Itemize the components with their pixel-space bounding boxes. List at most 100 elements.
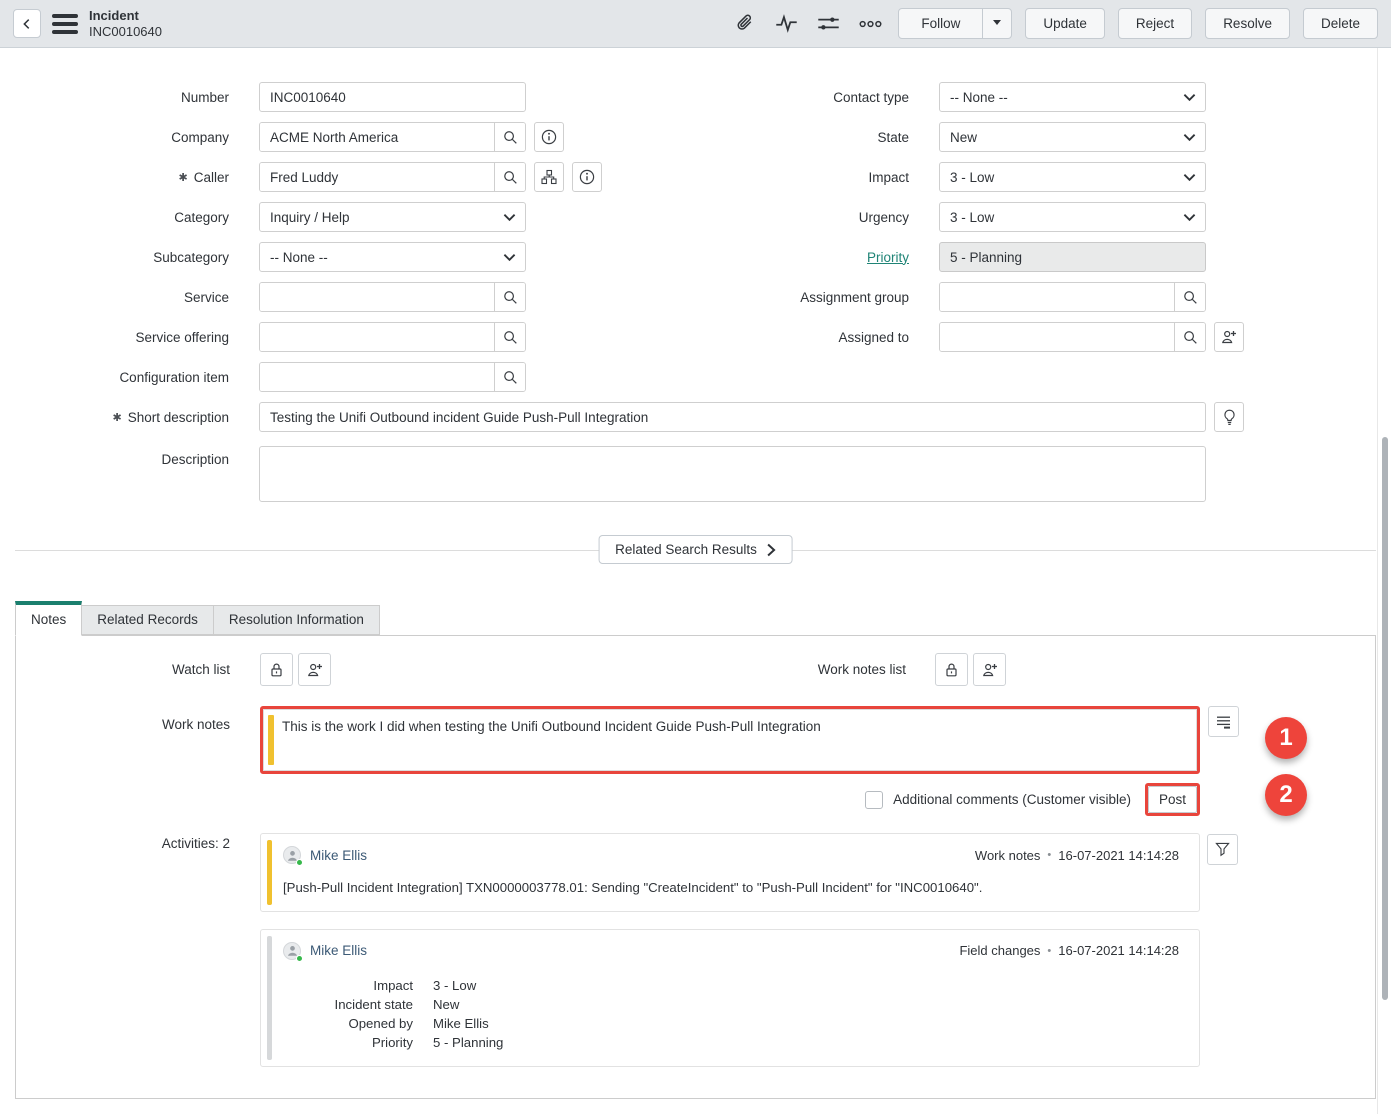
urgency-value: 3 - Low — [950, 210, 994, 225]
work-notes-textarea[interactable]: This is the work I did when testing the … — [263, 709, 1197, 771]
contact-type-select[interactable]: -- None -- — [939, 82, 1206, 112]
configuration-item-input[interactable] — [260, 363, 494, 391]
priority-readonly-field: 5 - Planning — [939, 242, 1206, 272]
field-change-value: Mike Ellis — [433, 1014, 489, 1033]
search-icon — [503, 330, 518, 345]
activity-filter-button[interactable] — [1207, 834, 1238, 865]
work-notes-list-add-me-button[interactable] — [973, 653, 1006, 686]
activity-author[interactable]: Mike Ellis — [310, 943, 367, 958]
company-search-button[interactable] — [494, 123, 525, 151]
configuration-item-lookup — [259, 362, 526, 392]
related-search-results-button[interactable]: Related Search Results — [598, 535, 793, 564]
subcategory-select[interactable]: -- None -- — [259, 242, 526, 272]
assigned-to-lookup — [939, 322, 1206, 352]
urgency-select[interactable]: 3 - Low — [939, 202, 1206, 232]
activity-stripe-work-notes — [267, 840, 272, 905]
activity-meta: Work notes • 16-07-2021 14:14:28 — [975, 848, 1179, 863]
tab-resolution-information[interactable]: Resolution Information — [214, 605, 380, 635]
field-change-value: 3 - Low — [433, 976, 476, 995]
sliders-icon — [817, 13, 840, 34]
service-label: Service — [15, 290, 229, 305]
follow-dropdown-button[interactable] — [982, 8, 1012, 39]
assignment-group-lookup — [939, 282, 1206, 312]
subcategory-row: Subcategory -- None -- — [15, 242, 695, 272]
caller-input[interactable] — [260, 163, 494, 191]
company-preview-button[interactable] — [534, 122, 564, 152]
assigned-to-input[interactable] — [940, 323, 1174, 351]
assignment-group-label: Assignment group — [695, 290, 909, 305]
description-textarea[interactable] — [259, 446, 1206, 502]
caller-search-button[interactable] — [494, 163, 525, 191]
assigned-to-search-button[interactable] — [1174, 323, 1205, 351]
service-offering-search-button[interactable] — [494, 323, 525, 351]
related-search-results-label: Related Search Results — [615, 542, 757, 557]
number-input[interactable] — [259, 82, 526, 112]
configuration-item-search-button[interactable] — [494, 363, 525, 391]
assignment-group-input[interactable] — [940, 283, 1174, 311]
additional-comments-checkbox[interactable] — [865, 791, 883, 809]
more-options-button[interactable] — [859, 18, 882, 30]
service-offering-input[interactable] — [260, 323, 494, 351]
lightbulb-icon — [1222, 409, 1237, 426]
activity-timestamp: 16-07-2021 14:14:28 — [1058, 943, 1179, 958]
suggestion-button[interactable] — [1214, 402, 1244, 432]
short-description-input[interactable] — [259, 402, 1206, 432]
attachment-button[interactable] — [735, 13, 756, 34]
work-notes-list-lock-button[interactable] — [935, 653, 968, 686]
work-notes-label: Work notes — [16, 706, 230, 732]
field-change-row: Impact3 - Low — [283, 976, 1179, 995]
delete-button[interactable]: Delete — [1303, 8, 1378, 39]
personalize-form-button[interactable] — [817, 13, 840, 34]
activity-type: Work notes — [975, 848, 1041, 863]
activity-author[interactable]: Mike Ellis — [310, 848, 367, 863]
caller-hierarchy-button[interactable] — [534, 162, 564, 192]
field-change-value: 5 - Planning — [433, 1033, 503, 1052]
state-select[interactable]: New — [939, 122, 1206, 152]
update-button[interactable]: Update — [1025, 8, 1105, 39]
scrollbar-thumb[interactable] — [1382, 437, 1388, 1000]
resolve-button[interactable]: Resolve — [1205, 8, 1290, 39]
state-value: New — [950, 130, 977, 145]
configuration-item-row: Configuration item — [15, 362, 695, 392]
category-select[interactable]: Inquiry / Help — [259, 202, 526, 232]
urgency-row: Urgency 3 - Low — [695, 202, 1375, 232]
watch-list-lock-button[interactable] — [260, 653, 293, 686]
back-button[interactable] — [13, 9, 41, 38]
paperclip-icon — [735, 13, 756, 34]
watch-list-group: Watch list — [16, 653, 695, 686]
service-offering-row: Service offering — [15, 322, 695, 352]
tab-notes[interactable]: Notes — [15, 601, 82, 636]
search-icon — [503, 130, 518, 145]
activity-body: [Push-Pull Incident Integration] TXN0000… — [283, 879, 1179, 897]
post-annotation-box: Post — [1145, 783, 1200, 816]
impact-value: 3 - Low — [950, 170, 994, 185]
assignment-group-search-button[interactable] — [1174, 283, 1205, 311]
annotation-step-2: 2 — [1265, 774, 1307, 816]
follow-button[interactable]: Follow — [898, 8, 983, 39]
activity-stream-button[interactable] — [775, 13, 798, 34]
post-button[interactable]: Post — [1148, 786, 1197, 813]
work-notes-stripe — [268, 715, 274, 765]
service-input[interactable] — [260, 283, 494, 311]
info-icon — [579, 169, 595, 185]
service-search-button[interactable] — [494, 283, 525, 311]
subcategory-label: Subcategory — [15, 250, 229, 265]
meta-bullet: • — [1047, 849, 1051, 861]
service-lookup — [259, 282, 526, 312]
follow-split-button: Follow — [898, 8, 1012, 39]
assigned-to-row: Assigned to — [695, 322, 1375, 352]
toggle-activity-formatter-button[interactable] — [1208, 706, 1239, 737]
caller-label: ✱Caller — [15, 170, 229, 185]
caller-preview-button[interactable] — [572, 162, 602, 192]
tab-related-records[interactable]: Related Records — [82, 605, 214, 635]
context-menu-icon[interactable] — [52, 14, 78, 34]
assign-to-me-button[interactable] — [1214, 322, 1244, 352]
impact-select[interactable]: 3 - Low — [939, 162, 1206, 192]
watch-list-add-me-button[interactable] — [298, 653, 331, 686]
priority-row: Priority 5 - Planning — [695, 242, 1375, 272]
meta-bullet: • — [1047, 945, 1051, 957]
company-row: Company — [15, 122, 695, 152]
reject-button[interactable]: Reject — [1118, 8, 1192, 39]
priority-link[interactable]: Priority — [867, 250, 909, 265]
company-input[interactable] — [260, 123, 494, 151]
